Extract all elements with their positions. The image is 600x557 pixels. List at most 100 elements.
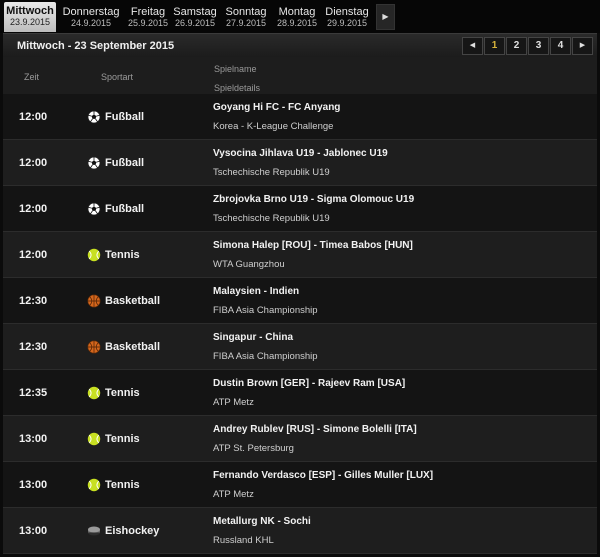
- pager-prev-button[interactable]: ◀: [462, 37, 483, 55]
- page-header: Mittwoch - 23 September 2015 ◀ 1 2 3 4 ▶: [3, 33, 597, 57]
- day-tab-date: 28.9.2015: [276, 18, 318, 28]
- day-tab[interactable]: Donnerstag 24.9.2015: [58, 3, 124, 31]
- event-competition: ATP Metz: [213, 397, 254, 408]
- event-match-link[interactable]: Goyang Hi FC - FC Anyang: [213, 102, 340, 113]
- event-sport: Eishockey: [105, 525, 160, 537]
- day-tab-date: 25.9.2015: [127, 18, 169, 28]
- event-competition: Russland KHL: [213, 535, 274, 546]
- page-title: Mittwoch - 23 September 2015: [17, 40, 175, 52]
- day-tab-date: 26.9.2015: [174, 18, 216, 28]
- column-header-zeit: Zeit: [24, 72, 40, 82]
- day-tab-label: Freitag: [130, 6, 166, 18]
- event-time: 12:00: [19, 203, 48, 215]
- event-row[interactable]: 12:00 Fußball Vysocina Jihlava U19 - Jablo…: [3, 140, 597, 186]
- column-header-sportart: Sportart: [101, 72, 134, 82]
- event-competition: WTA Guangzhou: [213, 259, 285, 270]
- event-time: 13:00: [19, 479, 48, 491]
- triangle-right-icon: ▶: [579, 42, 586, 49]
- day-tab[interactable]: Mittwoch 23.9.2015: [4, 2, 56, 32]
- basketball-icon: [87, 340, 101, 354]
- pagination: ◀ 1 2 3 4 ▶: [461, 37, 593, 55]
- pager-page-button[interactable]: 2: [506, 37, 527, 55]
- soccer-ball-icon: [87, 110, 101, 124]
- event-sport: Fußball: [105, 203, 145, 215]
- soccer-ball-icon: [87, 156, 101, 170]
- event-time: 12:00: [19, 157, 48, 169]
- day-tab-label: Samstag: [173, 6, 217, 18]
- pager-page-button[interactable]: 3: [528, 37, 549, 55]
- event-sport: Basketball: [105, 341, 161, 353]
- day-tab-date: 27.9.2015: [225, 18, 267, 28]
- event-match-link[interactable]: Simona Halep [ROU] - Timea Babos [HUN]: [213, 240, 413, 251]
- event-match-link[interactable]: Andrey Rublev [RUS] - Simone Bolelli [IT…: [213, 424, 417, 435]
- event-competition: ATP St. Petersburg: [213, 443, 294, 454]
- day-tab-label: Donnerstag: [62, 6, 120, 18]
- event-list: 12:00 Fußball Goyang Hi FC - FC Anyang Kore…: [3, 94, 597, 554]
- event-competition: Tschechische Republik U19: [213, 167, 330, 178]
- event-competition: FIBA Asia Championship: [213, 305, 318, 316]
- tennis-ball-icon: [87, 386, 101, 400]
- hockey-puck-icon: [87, 524, 101, 538]
- triangle-right-icon: ▶: [382, 12, 389, 21]
- day-tab-label: Sonntag: [225, 6, 267, 18]
- event-competition: Tschechische Republik U19: [213, 213, 330, 224]
- day-tab[interactable]: Freitag 25.9.2015: [126, 3, 170, 31]
- day-tab-label: Dienstag: [325, 6, 369, 18]
- event-time: 12:35: [19, 387, 48, 399]
- event-row[interactable]: 13:00 Eishockey Metallurg NK - Sochi Russla…: [3, 508, 597, 554]
- tennis-ball-icon: [87, 432, 101, 446]
- event-sport: Tennis: [105, 433, 140, 445]
- event-row[interactable]: 12:30 Basketball Singapur - China FIBA Asia…: [3, 324, 597, 370]
- event-competition: Korea - K-League Challenge: [213, 121, 334, 132]
- basketball-icon: [87, 294, 101, 308]
- event-sport: Basketball: [105, 295, 161, 307]
- day-tab-label: Mittwoch: [6, 5, 54, 17]
- event-row[interactable]: 12:30 Basketball Malaysien - Indien FIBA As…: [3, 278, 597, 324]
- pager-next-button[interactable]: ▶: [572, 37, 593, 55]
- event-time: 13:00: [19, 433, 48, 445]
- event-competition: FIBA Asia Championship: [213, 351, 318, 362]
- event-sport: Fußball: [105, 157, 145, 169]
- triangle-left-icon: ◀: [469, 42, 476, 49]
- event-time: 12:00: [19, 249, 48, 261]
- pager-page-button[interactable]: 4: [550, 37, 571, 55]
- event-row[interactable]: 13:00 Tennis Andrey Rublev [RUS] - Simone …: [3, 416, 597, 462]
- event-match-link[interactable]: Metallurg NK - Sochi: [213, 516, 311, 527]
- tabs-next-button[interactable]: ▶: [376, 4, 395, 30]
- event-time: 12:00: [19, 111, 48, 123]
- event-row[interactable]: 12:00 Fußball Goyang Hi FC - FC Anyang Kore…: [3, 94, 597, 140]
- event-time: 13:00: [19, 525, 48, 537]
- day-tab[interactable]: Montag 28.9.2015: [274, 3, 320, 31]
- event-match-link[interactable]: Zbrojovka Brno U19 - Sigma Olomouc U19: [213, 194, 414, 205]
- event-row[interactable]: 12:35 Tennis Dustin Brown [GER] - Rajeev R…: [3, 370, 597, 416]
- event-match-link[interactable]: Singapur - China: [213, 332, 293, 343]
- day-tab-date: 29.9.2015: [326, 18, 368, 28]
- day-tab[interactable]: Dienstag 29.9.2015: [322, 3, 372, 31]
- event-sport: Tennis: [105, 249, 140, 261]
- event-time: 12:30: [19, 341, 48, 353]
- column-header-spielname: Spielname: [214, 64, 257, 74]
- day-tab-date: 23.9.2015: [9, 17, 51, 27]
- event-row[interactable]: 12:00 Fußball Zbrojovka Brno U19 - Sigma O…: [3, 186, 597, 232]
- day-tab-date: 24.9.2015: [70, 18, 112, 28]
- pager-page-button[interactable]: 1: [484, 37, 505, 55]
- column-headers: Zeit Sportart Spielname Spieldetails: [3, 57, 597, 94]
- event-match-link[interactable]: Fernando Verdasco [ESP] - Gilles Muller …: [213, 470, 433, 481]
- event-sport: Fußball: [105, 111, 145, 123]
- tennis-ball-icon: [87, 478, 101, 492]
- event-match-link[interactable]: Malaysien - Indien: [213, 286, 299, 297]
- event-match-link[interactable]: Dustin Brown [GER] - Rajeev Ram [USA]: [213, 378, 405, 389]
- day-tab[interactable]: Sonntag 27.9.2015: [222, 3, 270, 31]
- event-row[interactable]: 12:00 Tennis Simona Halep [ROU] - Timea Ba…: [3, 232, 597, 278]
- column-header-spieldetails: Spieldetails: [214, 83, 261, 93]
- day-tab-label: Montag: [278, 6, 316, 18]
- event-time: 12:30: [19, 295, 48, 307]
- day-tab[interactable]: Samstag 26.9.2015: [170, 3, 220, 31]
- event-match-link[interactable]: Vysocina Jihlava U19 - Jablonec U19: [213, 148, 388, 159]
- soccer-ball-icon: [87, 202, 101, 216]
- day-tabs: Mittwoch 23.9.2015 Donnerstag 24.9.2015 Frei…: [0, 0, 600, 33]
- tennis-ball-icon: [87, 248, 101, 262]
- event-competition: ATP Metz: [213, 489, 254, 500]
- event-sport: Tennis: [105, 387, 140, 399]
- event-row[interactable]: 13:00 Tennis Fernando Verdasco [ESP] - Gil…: [3, 462, 597, 508]
